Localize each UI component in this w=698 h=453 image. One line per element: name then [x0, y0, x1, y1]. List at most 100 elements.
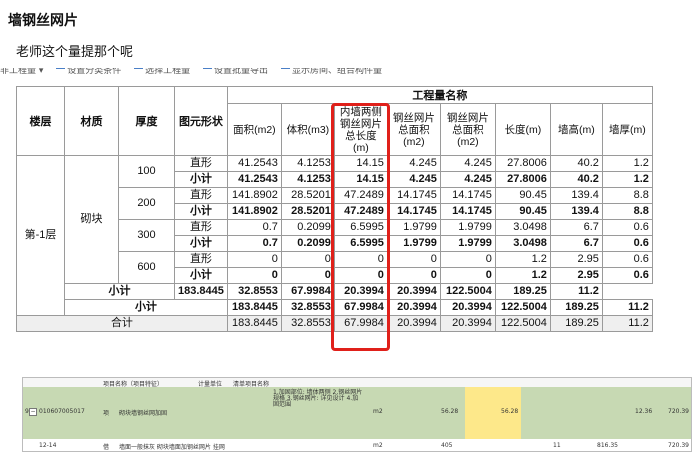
subtotal-label: 小计 — [174, 171, 228, 188]
thickness-cell: 200 — [118, 187, 175, 220]
material-subtotal-value: 122.5004 — [439, 283, 496, 300]
shape-row-value: 4.1253 — [280, 155, 335, 172]
shape-row-value: 4.245 — [386, 155, 441, 172]
floor-subtotal-value: 20.3994 — [386, 299, 441, 316]
thickness-cell: 300 — [118, 219, 175, 252]
subtotal-row-value: 8.8 — [601, 203, 653, 220]
export-icon — [203, 68, 213, 69]
header-mesh-area: 钢丝网片总面积(m2) — [386, 103, 441, 156]
shape-row-value: 14.15 — [333, 155, 388, 172]
total-value: 183.8445 — [226, 315, 282, 332]
total-label: 合计 — [16, 315, 228, 332]
subtotal-row-value: 14.15 — [333, 171, 388, 188]
sheet-item-name: 砌块墙钢丝网加固 — [119, 410, 168, 417]
sheet-row2-col5: 11 — [553, 442, 561, 449]
room-icon — [280, 68, 290, 69]
material-subtotal-row: 小计 183.8445 32.8553 67.9984 20.3994 20.3994 12… — [17, 283, 653, 300]
subtotal-row-value: 14.1745 — [439, 203, 496, 220]
shape-row-value: 1.2 — [494, 251, 551, 268]
header-length: 长度(m) — [494, 103, 551, 156]
shape-row-value: 141.8902 — [226, 187, 282, 204]
subtotal-row-value: 0 — [280, 267, 335, 284]
sheet-row2-name: 墙面一般抹灰 砌块墙面加钢丝网片 挂网 — [119, 444, 225, 451]
toolbar-item[interactable]: 显示房间、组合构件量 — [280, 68, 382, 76]
toolbar-item[interactable]: 设置批量导出 — [203, 68, 268, 76]
shape-row-value: 6.7 — [549, 219, 603, 236]
header-wall-thickness: 墙厚(m) — [601, 103, 653, 156]
material-subtotal-value: 11.2 — [549, 283, 603, 300]
shape-row-value: 0 — [333, 251, 388, 268]
shape-row-value: 28.5201 — [280, 187, 335, 204]
total-value: 189.25 — [549, 315, 603, 332]
subtotal-row-value: 3.0498 — [494, 235, 551, 252]
toolbar-item[interactable]: 非工程量 ▾ — [0, 68, 43, 76]
subtotal-row-value: 141.8902 — [226, 203, 282, 220]
subtotal-row-value: 0.6 — [601, 235, 653, 252]
material-subtotal-value: 32.8553 — [226, 283, 282, 300]
floor-subtotal-value: 189.25 — [549, 299, 603, 316]
expand-icon[interactable]: − — [29, 408, 37, 416]
subtotal-label: 小计 — [174, 267, 228, 284]
floor-subtotal-value: 183.8445 — [226, 299, 282, 316]
subtotal-row-value: 0.7 — [226, 235, 282, 252]
material-subtotal-value: 20.3994 — [386, 283, 441, 300]
shape-row-value: 2.95 — [549, 251, 603, 268]
sheet-unit-label: 项 — [103, 410, 110, 417]
header-volume: 体积(m3) — [280, 103, 335, 156]
subtotal-row-value: 90.45 — [494, 203, 551, 220]
post-title: 墙钢丝网片 — [8, 13, 78, 29]
floor-subtotal-value: 122.5004 — [494, 299, 551, 316]
shape-row-value: 14.1745 — [439, 187, 496, 204]
table-row: 第-1层 砌块 100 直形 41.2543 4.1253 14.15 4.245 4.245 2… — [16, 155, 653, 316]
floor-subtotal-row: 小计 183.8445 32.8553 67.9984 20.3994 20.3994 12… — [17, 299, 653, 316]
shape-row-value: 90.45 — [494, 187, 551, 204]
sheet-row2-qty: 405 — [441, 442, 453, 449]
subtotal-row-value: 0 — [439, 267, 496, 284]
total-value: 122.5004 — [494, 315, 551, 332]
material-cell: 砌块 — [64, 155, 119, 284]
subtotal-row-value: 1.9799 — [439, 235, 496, 252]
toolbar-item[interactable]: 选择工程量 — [134, 68, 190, 76]
thickness-cell: 100 — [118, 155, 175, 188]
shape-row-value: 0 — [439, 251, 496, 268]
material-subtotal-value: 183.8445 — [174, 283, 228, 300]
shape-cell: 直形 — [174, 155, 228, 172]
header-quantity-group: 工程量名称 — [226, 86, 653, 104]
subtotal-label: 小计 — [174, 203, 228, 220]
subtotal-row-value: 47.2489 — [333, 203, 388, 220]
sheet-code: 010607005017 — [39, 408, 85, 415]
shape-row-value: 1.9799 — [439, 219, 496, 236]
shape-row-value: 0 — [280, 251, 335, 268]
floor-subtotal-value: 11.2 — [601, 299, 653, 316]
subtotal-row-value: 1.2 — [494, 267, 551, 284]
subtotal-row-value: 4.245 — [386, 171, 441, 188]
shape-row-value: 47.2489 — [333, 187, 388, 204]
header-inner-mesh-length: 内墙两侧钢丝网片总长度(m) — [333, 103, 388, 156]
total-value: 67.9984 — [333, 315, 388, 332]
shape-row-value: 40.2 — [549, 155, 603, 172]
sheet-selected-row[interactable]: 9 − 010607005017 项 砌块墙钢丝网加固 1.加固部位: 墙体两侧… — [23, 387, 691, 440]
floor-subtotal-label: 小计 — [64, 299, 228, 316]
sheet-val-c: 12.36 — [635, 408, 653, 415]
post-question: 老师这个量提那个呢 — [16, 45, 134, 60]
select-icon — [134, 68, 144, 69]
subtotal-row-value: 27.8006 — [494, 171, 551, 188]
shape-cell: 直形 — [174, 219, 228, 236]
shape-row-value: 6.5995 — [333, 219, 388, 236]
total-row: 合计 183.8445 32.8553 67.9984 20.3994 20.3994 12… — [16, 315, 653, 332]
spreadsheet-crop: 项目名称（项目特征） 计量单位 清单项目名称 9 − 010607005017 … — [22, 377, 692, 452]
shape-row-value: 0.7 — [226, 219, 282, 236]
shape-row-value: 0 — [386, 251, 441, 268]
header-thickness: 厚度 — [118, 86, 175, 156]
sheet-row2-index: 12-14 — [39, 442, 57, 449]
sheet-row[interactable]: 12-14 借 墙面一般抹灰 砌块墙面加钢丝网片 挂网 m2 405 11 81… — [23, 439, 691, 451]
subtotal-row-value: 0 — [333, 267, 388, 284]
shape-row-value: 41.2543 — [226, 155, 282, 172]
shape-row-value: 3.0498 — [494, 219, 551, 236]
sheet-row2-unit-label: 借 — [103, 444, 110, 451]
shape-row-value: 4.245 — [439, 155, 496, 172]
toolbar-item[interactable]: 设置分类条件 — [56, 68, 121, 76]
shape-cell: 直形 — [174, 187, 228, 204]
shape-row-value: 8.8 — [601, 187, 653, 204]
subtotal-row-value: 1.9799 — [386, 235, 441, 252]
